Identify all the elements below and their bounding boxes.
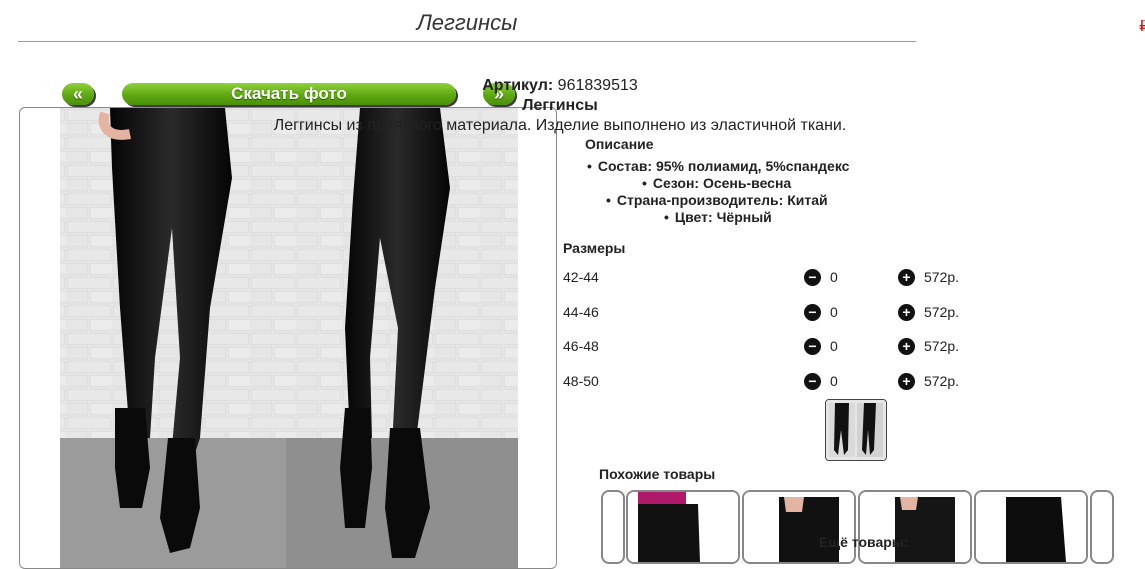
size-label: 46-48 xyxy=(563,338,599,354)
product-name: Леггинсы xyxy=(522,97,598,114)
attribute-item: Цвет: Чёрный xyxy=(664,209,772,225)
size-price: 572р. xyxy=(924,373,960,389)
minus-circle-icon[interactable]: − xyxy=(804,304,821,321)
quantity-value: 0 xyxy=(830,373,838,389)
thumbnail-image xyxy=(826,400,886,460)
size-price: 572р. xyxy=(924,338,960,354)
quantity-value: 0 xyxy=(830,338,838,354)
plus-circle-icon[interactable]: + xyxy=(898,269,915,286)
product-thumbnail[interactable] xyxy=(825,399,887,461)
plus-circle-icon[interactable]: + xyxy=(898,373,915,390)
sizes-heading: Размеры xyxy=(563,240,626,256)
similar-product-card[interactable] xyxy=(1090,490,1114,564)
similar-product-card[interactable] xyxy=(974,490,1088,564)
similar-product-card[interactable] xyxy=(601,490,625,564)
product-description: Леггинсы из приятного материала. Изделие… xyxy=(273,117,847,134)
minus-circle-icon[interactable]: − xyxy=(804,269,821,286)
minus-circle-icon[interactable]: − xyxy=(804,338,821,355)
similar-product-image xyxy=(628,492,738,562)
prev-photo-button[interactable]: « xyxy=(62,83,94,105)
article-row: Артикул: 961839513 xyxy=(200,77,920,95)
corner-mark-icon: ₽ xyxy=(1139,20,1145,34)
attribute-item: Состав: 95% полиамид, 5%спандекс xyxy=(587,158,850,174)
article-value: 961839513 xyxy=(557,77,638,94)
more-products-label[interactable]: Ещё товары: xyxy=(819,534,908,550)
similar-product-image xyxy=(860,492,970,562)
attribute-item: Страна-производитель: Китай xyxy=(606,192,828,208)
minus-circle-icon[interactable]: − xyxy=(804,373,821,390)
description-heading: Описание xyxy=(585,136,654,152)
similar-product-card[interactable] xyxy=(742,490,856,564)
product-photo-frame xyxy=(19,107,557,569)
similar-product-image xyxy=(976,492,1086,562)
similar-products-heading: Похожие товары xyxy=(599,466,716,482)
similar-product-image xyxy=(744,492,854,562)
size-label: 48-50 xyxy=(563,373,599,389)
attribute-item: Сезон: Осень-весна xyxy=(642,175,791,191)
product-photo xyxy=(60,108,518,568)
size-price: 572р. xyxy=(924,269,960,285)
similar-product-card[interactable] xyxy=(858,490,972,564)
quantity-value: 0 xyxy=(830,269,838,285)
page-title: Леггинсы xyxy=(416,10,518,35)
size-price: 572р. xyxy=(924,304,960,320)
title-divider xyxy=(18,41,916,42)
plus-circle-icon[interactable]: + xyxy=(898,338,915,355)
size-label: 42-44 xyxy=(563,269,599,285)
article-label: Артикул: xyxy=(482,77,554,94)
similar-product-card[interactable] xyxy=(626,490,740,564)
quantity-value: 0 xyxy=(830,304,838,320)
plus-circle-icon[interactable]: + xyxy=(898,304,915,321)
size-label: 44-46 xyxy=(563,304,599,320)
